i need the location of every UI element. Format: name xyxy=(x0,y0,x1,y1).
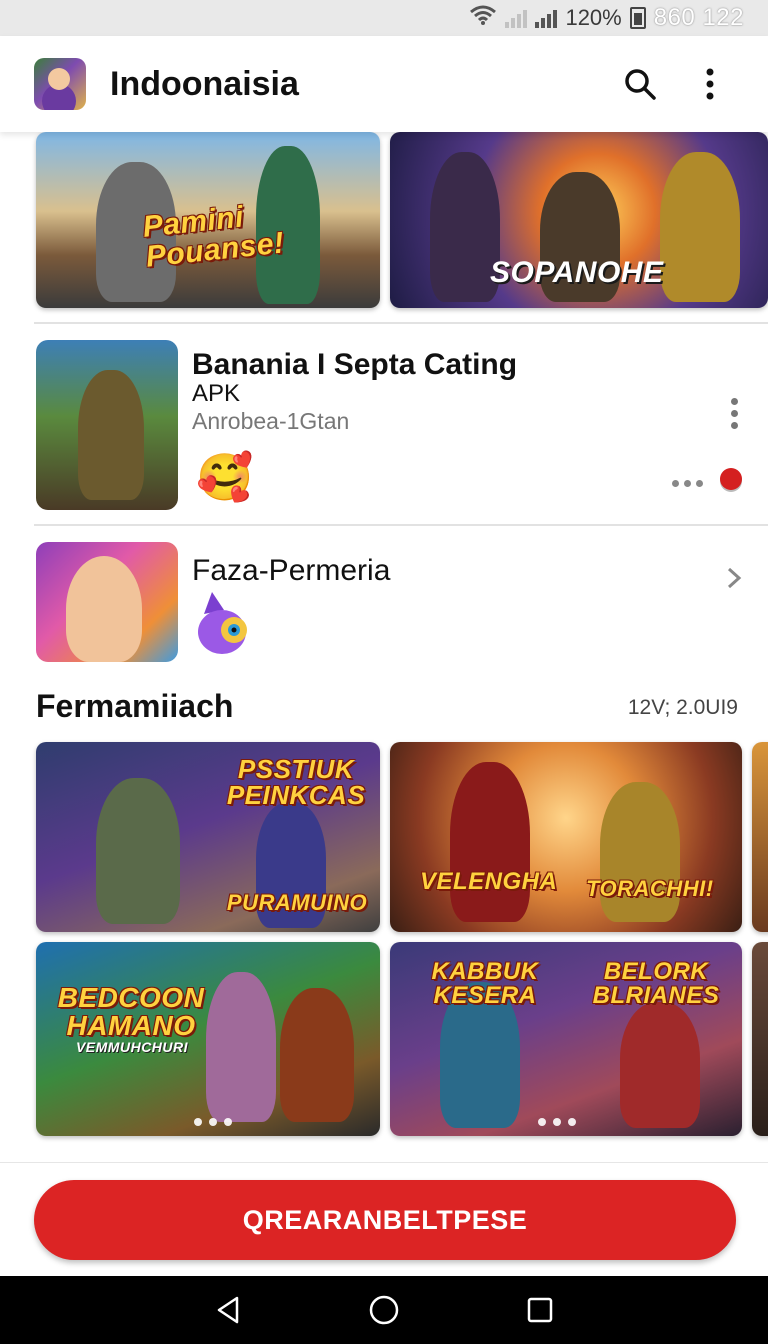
more-horiz-icon[interactable] xyxy=(672,480,703,487)
signal-icon xyxy=(535,8,558,28)
recents-icon[interactable] xyxy=(518,1288,562,1332)
character-art xyxy=(66,556,142,662)
game-card[interactable]: PSSTIUK PEINKCAS PURAMUINO xyxy=(36,742,380,932)
navigation-bar xyxy=(0,1276,768,1344)
game-card-subtitle: TORACHHI! xyxy=(586,876,714,901)
game-card-title: VELENGHA xyxy=(420,868,558,895)
list-item-subtitle: Anrobea-1Gtan xyxy=(192,408,350,434)
character-art xyxy=(280,988,354,1122)
banner-title: SOPANOHE xyxy=(490,256,664,289)
carousel-dots xyxy=(194,1118,232,1126)
app-logo[interactable] xyxy=(34,58,86,110)
section-meta: 12V; 2.0UI9 xyxy=(627,696,738,719)
character-art xyxy=(78,370,144,500)
cta-button[interactable]: QREARANBELTPESE xyxy=(34,1180,736,1260)
list-item-title[interactable]: Faza-Permeria xyxy=(192,554,390,588)
banner-card[interactable]: Pamini Pouanse! xyxy=(36,132,380,308)
home-icon[interactable] xyxy=(362,1288,406,1332)
status-time: 860 122 xyxy=(653,4,744,31)
character-art xyxy=(600,782,680,922)
app-bar: Indoonaisia xyxy=(0,36,768,132)
game-card-title: KABBUK KESERA xyxy=(431,958,539,1009)
list-item-title[interactable]: Banania I Septa Cating xyxy=(192,348,517,382)
carousel-dots xyxy=(538,1118,576,1126)
game-card-partial[interactable] xyxy=(752,942,768,1136)
game-card-subtitle: BELORK BLRIANES xyxy=(592,958,720,1009)
character-art xyxy=(96,778,180,924)
game-card[interactable]: BEDCOON HAMANO VEMMUHCHURI xyxy=(36,942,380,1136)
status-bar: 120% 860 122 xyxy=(0,0,768,36)
wifi-icon xyxy=(469,4,497,32)
app-title: Indoonaisia xyxy=(110,64,299,103)
app-thumbnail[interactable] xyxy=(36,340,178,510)
game-card-title: PSSTIUK PEINKCAS xyxy=(226,754,366,810)
mascot-icon xyxy=(196,590,252,656)
emoji-icon: 🥰 xyxy=(196,451,254,503)
game-card-subtitle: PURAMUINO xyxy=(226,890,368,915)
signal-icon xyxy=(505,8,528,28)
character-art xyxy=(620,1002,700,1128)
game-card-title: BEDCOON HAMANO xyxy=(57,982,205,1041)
game-card-partial[interactable] xyxy=(752,742,768,932)
character-art xyxy=(450,762,530,922)
character-art xyxy=(206,972,276,1122)
battery-icon xyxy=(629,7,646,29)
game-card-subtitle: VEMMUHCHURI xyxy=(75,1039,189,1055)
list-item-subtitle: APK xyxy=(192,380,241,407)
divider xyxy=(34,524,768,526)
screen: 120% 860 122 Indoonaisia Pamini Pouanse! xyxy=(0,0,768,1344)
game-card[interactable]: KABBUK KESERA BELORK BLRIANES xyxy=(390,942,742,1136)
search-icon[interactable] xyxy=(616,60,664,108)
game-card[interactable]: VELENGHA TORACHHI! xyxy=(390,742,742,932)
divider xyxy=(34,322,768,324)
red-dot-icon[interactable] xyxy=(720,468,742,490)
app-thumbnail[interactable] xyxy=(36,542,178,662)
banner-card[interactable]: SOPANOHE xyxy=(390,132,768,308)
section-title: Fermamiiach xyxy=(36,688,234,724)
character-art xyxy=(660,152,740,302)
more-vert-icon[interactable] xyxy=(686,60,734,108)
battery-percent: 120% xyxy=(565,5,622,30)
more-vert-icon[interactable] xyxy=(731,398,739,429)
back-icon[interactable] xyxy=(206,1288,250,1332)
chevron-right-icon[interactable] xyxy=(726,566,742,595)
